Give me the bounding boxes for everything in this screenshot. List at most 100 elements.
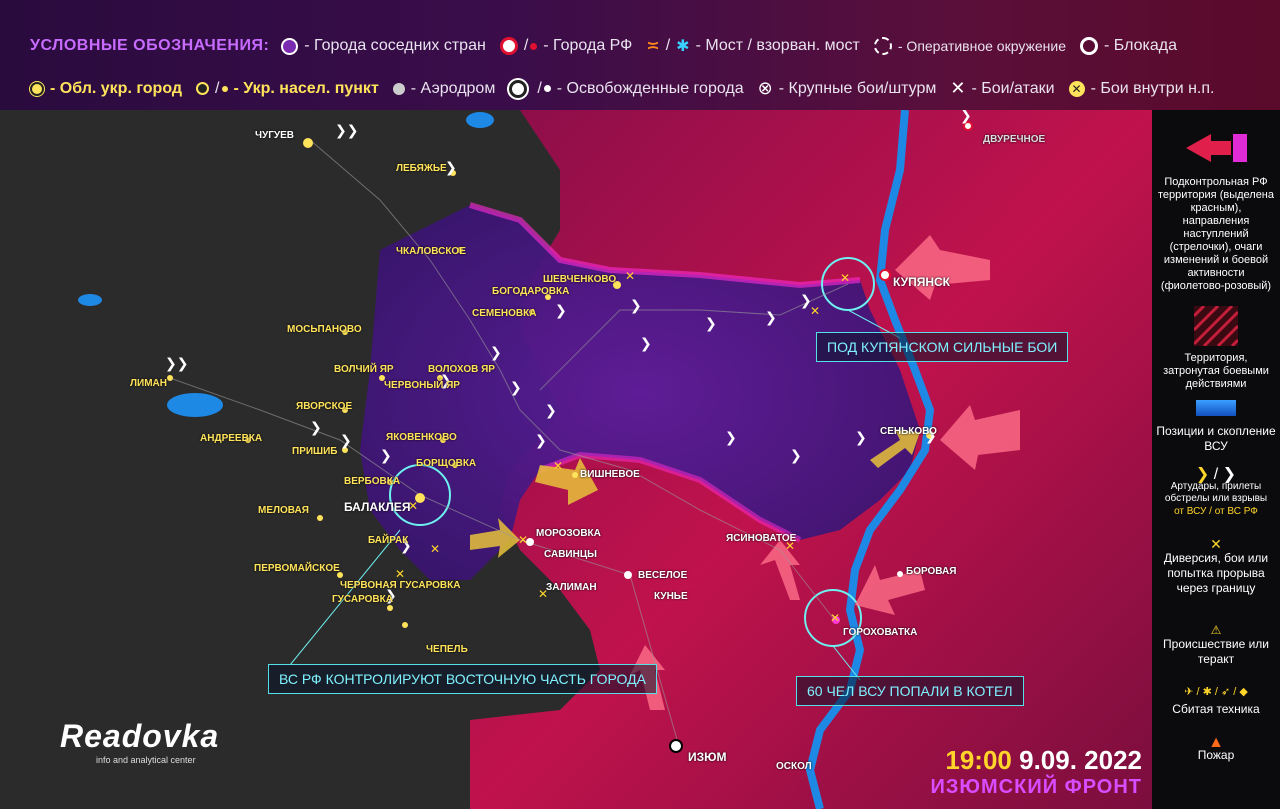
- legend-row-2: - Обл. укр. город / - Укр. насел. пункт …: [30, 78, 1228, 99]
- liberated-small-dot-icon: [543, 85, 551, 92]
- legend-item-blockade: - Блокада: [1080, 37, 1177, 55]
- place-label: САВИНЦЫ: [544, 549, 597, 560]
- legend-label: - Бои/атаки: [971, 79, 1055, 97]
- ukr-oblast-city-dot-icon: [30, 81, 44, 96]
- sidebar-label: Подконтрольная РФ территория (выделена к…: [1157, 176, 1275, 292]
- separator: /: [523, 37, 529, 54]
- place-label: ЯКОВЕНКОВО: [386, 432, 457, 443]
- place-label: ИЗЮМ: [688, 750, 727, 764]
- place-label: ЧЕПЕЛЬ: [426, 644, 468, 655]
- place-label: КУНЬЕ: [654, 591, 688, 602]
- place-label: БОРОВАЯ: [906, 566, 957, 577]
- svg-text:❯: ❯: [310, 420, 322, 436]
- ukr-settlement-small-dot-icon: [221, 85, 228, 92]
- sidebar-label: Артудары, прилеты обстрелы или взрывы: [1164, 481, 1268, 504]
- svg-text:❯: ❯: [490, 345, 502, 361]
- svg-text:❯❯: ❯❯: [335, 123, 358, 139]
- svg-text:❯: ❯: [380, 448, 392, 464]
- svg-text:❯❯: ❯❯: [165, 356, 188, 372]
- airfield-icon: [392, 82, 405, 95]
- legend-sidebar: Подконтрольная РФ территория (выделена к…: [1152, 110, 1280, 809]
- place-label: ДВУРЕЧНОЕ: [983, 134, 1046, 145]
- bridge-icon: ≍: [646, 38, 660, 55]
- place-label: КУПЯНСК: [893, 275, 950, 289]
- sidebar-incident: ⚠ Происшествие или теракт: [1152, 624, 1280, 667]
- legend-item-rf-cities: / - Города РФ: [499, 37, 633, 55]
- legend-label: - Блокада: [1104, 37, 1177, 54]
- legend-item-liberated: / - Освобожденные города: [509, 79, 744, 98]
- svg-text:❯: ❯: [960, 110, 972, 124]
- brand-logo: Readovka info and analytical center: [60, 718, 219, 765]
- place-label: ГУСАРОВКА: [332, 594, 393, 605]
- shelling-icon: ❯ / ❯: [1195, 466, 1237, 483]
- legend-label: - Бои внутри н.п.: [1090, 79, 1215, 97]
- place-label: МОСЬПАНОВО: [287, 324, 362, 335]
- svg-text:❯: ❯: [725, 430, 737, 446]
- legend-item-battle: ✕ - Бои/атаки: [950, 78, 1054, 99]
- encirclement-icon: [873, 37, 892, 55]
- hatched-zone-icon: [1194, 306, 1238, 346]
- place-label: БОГОДАРОВКА: [492, 286, 570, 297]
- place-label: МЕЛОВАЯ: [258, 505, 309, 516]
- place-label: ПЕРВОМАЙСКОЕ: [254, 563, 340, 574]
- svg-text:✕: ✕: [430, 542, 440, 556]
- legend-label: - Освобожденные города: [556, 79, 744, 97]
- place-label: ЯСИНОВАТОЕ: [726, 533, 797, 544]
- place-label: ВЕРБОВКА: [344, 476, 401, 487]
- sidebar-label: Пожар: [1197, 748, 1235, 762]
- svg-text:✕: ✕: [553, 459, 563, 473]
- sidebar-label: Сбитая техника: [1172, 702, 1260, 716]
- rf-city-small-dot-icon: [530, 42, 538, 50]
- svg-text:❯: ❯: [340, 433, 352, 449]
- place-label: ЛЕБЯЖЬЕ: [396, 163, 447, 174]
- legend-item-ukr-settlement: / - Укр. насел. пункт: [196, 80, 379, 98]
- sidebar-fire: ▲ Пожар: [1152, 735, 1280, 762]
- legend-label: - Города соседних стран: [304, 37, 486, 54]
- place-label: ЧЕРВОНАЯ ГУСАРОВКА: [340, 580, 461, 591]
- place-label: ПРИШИБ: [292, 446, 338, 457]
- lake: [167, 393, 223, 417]
- callout-balakleya: ВС РФ КОНТРОЛИРУЮТ ВОСТОЧНУЮ ЧАСТЬ ГОРОД…: [268, 664, 657, 694]
- legend-item-airfield: - Аэродром: [392, 79, 496, 98]
- svg-text:❯: ❯: [555, 303, 567, 319]
- legend-label: - Аэродром: [410, 79, 496, 97]
- neighbor-city-dot-icon: [281, 37, 299, 55]
- legend-item-major-battle: ⊗ - Крупные бои/штурм: [758, 78, 937, 99]
- svg-text:❯: ❯: [765, 310, 777, 326]
- place-label: ЯВОРСКОЕ: [296, 401, 353, 412]
- place-label: БАЙРАК: [368, 535, 409, 546]
- legend-label: - Крупные бои/штурм: [778, 79, 937, 97]
- sidebar-downed: ✈ / ✱ / ➶ / ◆ Сбитая техника: [1152, 686, 1280, 716]
- lake: [466, 112, 494, 128]
- svg-text:❯: ❯: [535, 433, 547, 449]
- afu-position-swatch-icon: [1196, 400, 1236, 416]
- svg-text:✕: ✕: [518, 533, 528, 547]
- place-label: ЧУГУЕВ: [255, 130, 295, 141]
- sidebar-afu-positions: Позиции и скопление ВСУ: [1152, 400, 1280, 454]
- brand-name: Readovka: [60, 718, 220, 754]
- legend-label: - Города РФ: [543, 37, 633, 54]
- lake: [78, 294, 102, 306]
- svg-text:❯: ❯: [705, 316, 717, 332]
- place-label: МОРОЗОВКА: [536, 528, 601, 539]
- sidebar-rf-territory: Подконтрольная РФ территория (выделена к…: [1152, 130, 1280, 293]
- svg-text:❯: ❯: [630, 298, 642, 314]
- svg-text:❯: ❯: [855, 430, 867, 446]
- callout-cauldron: 60 ЧЕЛ ВСУ ПОПАЛИ В КОТЕЛ: [796, 676, 1024, 706]
- separator: /: [537, 79, 542, 97]
- place-label: ВОЛЧИЙ ЯР: [334, 364, 394, 375]
- place-label: ЧЕРВОНЫЙ ЯР: [384, 380, 460, 391]
- place-label: ШЕВЧЕНКОВО: [543, 274, 617, 285]
- legend-item-bridge: ≍ / ✱ - Мост / взорван. мост: [646, 36, 860, 56]
- sidebar-label: Территория, затронутая боевыми действиям…: [1163, 352, 1269, 390]
- legend-label: - Оперативное окружение: [897, 38, 1066, 54]
- place-label: ЛИМАН: [130, 378, 167, 389]
- sidebar-shelling: ❯ / ❯ Артудары, прилеты обстрелы или взр…: [1152, 466, 1280, 518]
- legend-title: УСЛОВНЫЕ ОБОЗНАЧЕНИЯ:: [30, 37, 270, 54]
- legend-label: - Обл. укр. город: [50, 79, 183, 97]
- legend-label: - Мост / взорван. мост: [695, 37, 860, 54]
- brand-subtitle: info and analytical center: [96, 755, 196, 765]
- map-area[interactable]: ❯❯ ❯ ❯ ❯ ❯ ❯ ❯ ❯ ❯ ❯ ❯ ❯ ❯ ❯ ❯ ❯ ❯ ❯❯ ❯ ❯ ❯ ❯ ❯ ❯ ✕ ✕ ✕ ✕ ✕…: [0, 110, 1152, 809]
- blockade-icon: [1080, 37, 1098, 55]
- legend-panel: УСЛОВНЫЕ ОБОЗНАЧЕНИЯ: - Города соседних …: [0, 0, 1280, 110]
